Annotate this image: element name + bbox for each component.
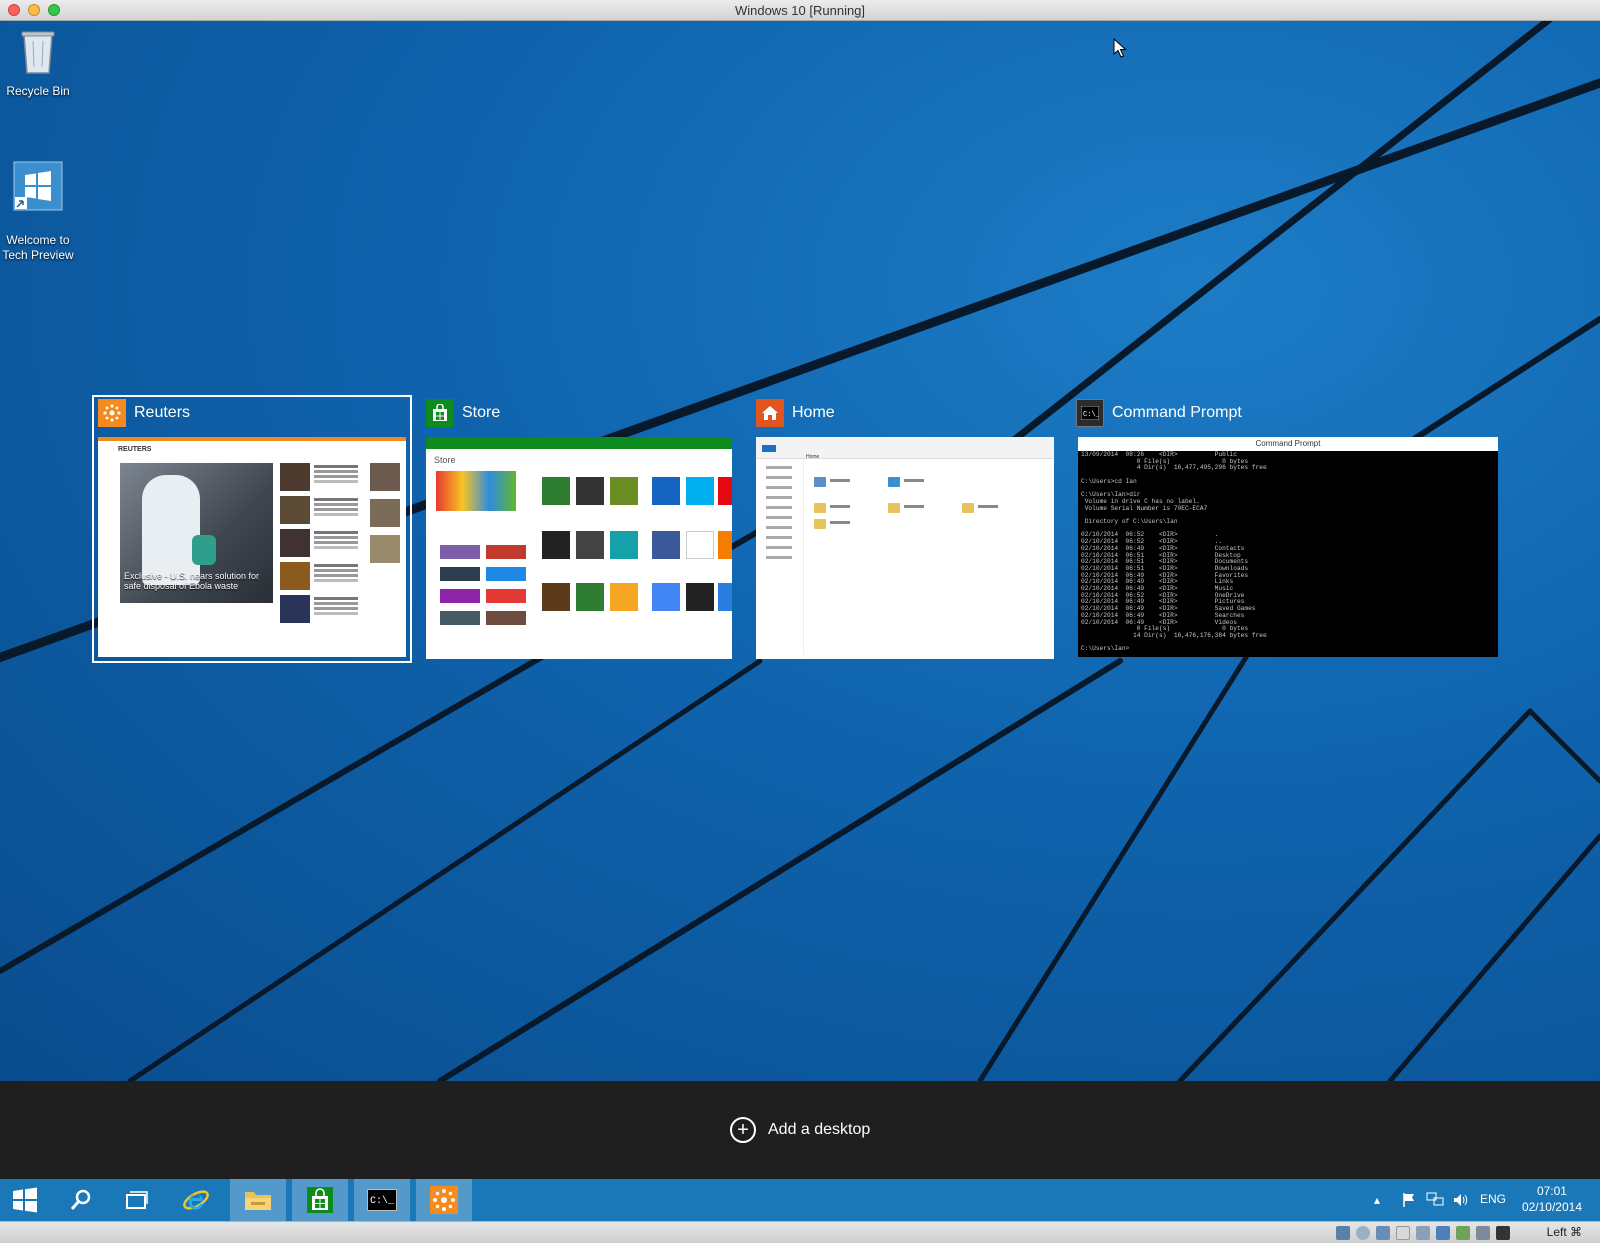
reuters-taskbar-button[interactable] xyxy=(416,1179,472,1221)
card-header: Home xyxy=(756,397,835,429)
cmd-line xyxy=(1081,486,1495,493)
cmd-line xyxy=(1081,472,1495,479)
explorer-location: Home xyxy=(806,454,820,460)
cmd-line: C:\Users>cd Ian xyxy=(1081,477,1137,485)
start-button[interactable] xyxy=(0,1179,50,1221)
reuters-side-column xyxy=(370,463,400,623)
card-title: Home xyxy=(792,404,835,421)
network-icon[interactable] xyxy=(1426,1192,1444,1211)
cmd-line: 4 Dir(s) 16,477,495,296 bytes free xyxy=(1081,464,1267,472)
cmd-preview: Command Prompt 13/09/2014 08:26 <DIR> Pu… xyxy=(1078,437,1498,657)
task-view-card-home[interactable]: Home Home xyxy=(756,397,1054,661)
reuters-headline: Exclusive - U.S. nears solution for safe… xyxy=(124,571,260,591)
cmd-window-title: Command Prompt xyxy=(1078,437,1498,451)
desktop-icon-label: Recycle Bin xyxy=(6,84,70,98)
windows-start-icon xyxy=(13,1187,37,1213)
shared-folders-icon[interactable] xyxy=(1396,1226,1410,1240)
cmd-icon: C:\_ xyxy=(1076,399,1104,427)
input-language[interactable]: ENG xyxy=(1480,1192,1506,1206)
task-view-card-store[interactable]: Store Store xyxy=(426,397,732,661)
store-bag-icon xyxy=(307,1187,333,1213)
desktop-icon-welcome-tech-preview[interactable]: Welcome to Tech Preview xyxy=(0,131,78,278)
card-header: Store xyxy=(426,397,500,429)
svg-text:C:\_: C:\_ xyxy=(370,1195,395,1207)
file-explorer-icon xyxy=(245,1192,271,1210)
task-view-card-reuters[interactable]: Reuters REUTERS Exclusive - U.S. nears s… xyxy=(92,395,412,663)
task-view-card-command-prompt[interactable]: C:\_ Command Prompt Command Prompt 13/09… xyxy=(1076,397,1500,661)
store-preview: Store xyxy=(426,437,732,659)
reuters-preview: REUTERS Exclusive - U.S. nears solution … xyxy=(98,437,406,657)
store-heading: Store xyxy=(434,455,456,465)
desktop-icon-recycle-bin[interactable]: Recycle Bin xyxy=(0,27,78,99)
svg-text:C:\_: C:\_ xyxy=(1083,411,1099,419)
cmd-line: Volume Serial Number is 70EC-ECA7 xyxy=(1081,504,1208,512)
host-window-titlebar: Windows 10 [Running] xyxy=(0,0,1600,21)
search-icon xyxy=(70,1189,91,1210)
reuters-story-list xyxy=(280,463,360,628)
file-explorer-button[interactable] xyxy=(230,1179,286,1221)
action-center-flag-icon[interactable] xyxy=(1402,1192,1416,1211)
cpu-icon[interactable] xyxy=(1476,1226,1490,1240)
clock[interactable]: 07:01 02/10/2014 xyxy=(1522,1183,1582,1215)
clock-time: 07:01 xyxy=(1536,1184,1567,1198)
display-icon[interactable] xyxy=(1416,1226,1430,1240)
show-hidden-icons-chevron-icon[interactable]: ▴ xyxy=(1374,1193,1380,1207)
cmd-line: C:\Users\Ian> xyxy=(1081,645,1130,653)
virtualbox-status-bar: Left ⌘ xyxy=(0,1221,1600,1243)
search-button[interactable] xyxy=(56,1179,106,1221)
reuters-brand: REUTERS xyxy=(118,446,152,453)
plus-circle-icon: + xyxy=(730,1117,756,1143)
volume-icon[interactable] xyxy=(1452,1192,1470,1211)
cmd-line xyxy=(1081,640,1495,647)
mouse-integration-icon[interactable] xyxy=(1496,1226,1510,1240)
windows-shortcut-icon xyxy=(0,146,78,215)
task-view-button[interactable] xyxy=(112,1179,162,1221)
taskbar: C:\_ ▴ ENG 07:01 02/10/2014 xyxy=(0,1179,1600,1221)
system-tray: ▴ ENG 07:01 02/10/2014 xyxy=(1360,1179,1600,1221)
cmd-output: 13/09/2014 08:26 <DIR> Public 0 File(s) … xyxy=(1078,451,1498,657)
desktop-icon-label: Welcome to Tech Preview xyxy=(2,233,74,262)
internet-explorer-button[interactable] xyxy=(168,1179,224,1221)
recycle-bin-icon xyxy=(0,27,78,81)
add-desktop-button[interactable]: + Add a desktop xyxy=(730,1117,870,1143)
card-title: Command Prompt xyxy=(1112,404,1242,421)
hard-disk-icon[interactable] xyxy=(1336,1226,1350,1240)
cmd-icon: C:\_ xyxy=(367,1189,397,1211)
task-view-bottom-bar: + Add a desktop xyxy=(0,1081,1600,1179)
explorer-preview: Home xyxy=(756,437,1054,659)
card-title: Store xyxy=(462,404,501,421)
window-title: Windows 10 [Running] xyxy=(734,3,866,18)
internet-explorer-icon xyxy=(183,1190,209,1210)
command-prompt-taskbar-button[interactable]: C:\_ xyxy=(354,1179,410,1221)
optical-drive-icon[interactable] xyxy=(1356,1226,1370,1240)
task-view-icon xyxy=(126,1191,148,1209)
home-icon xyxy=(756,399,784,427)
cmd-line: 14 Dir(s) 16,476,176,384 bytes free xyxy=(1081,631,1267,639)
reuters-icon xyxy=(430,1186,458,1214)
clock-date: 02/10/2014 xyxy=(1521,1200,1582,1214)
host-key-indicator: Left ⌘ xyxy=(1546,1225,1582,1239)
network-adapter-icon[interactable] xyxy=(1456,1226,1470,1240)
mouse-cursor-icon xyxy=(1113,38,1127,58)
store-bag-icon xyxy=(426,399,454,427)
card-header: C:\_ Command Prompt xyxy=(1076,397,1242,429)
video-capture-icon[interactable] xyxy=(1436,1226,1450,1240)
add-desktop-label: Add a desktop xyxy=(768,1121,871,1138)
cmd-line: Directory of C:\Users\Ian xyxy=(1081,518,1178,526)
desktop: Recycle Bin Welcome to Tech Preview Reut… xyxy=(0,21,1600,1081)
store-taskbar-button[interactable] xyxy=(292,1179,348,1221)
usb-icon[interactable] xyxy=(1376,1226,1390,1240)
